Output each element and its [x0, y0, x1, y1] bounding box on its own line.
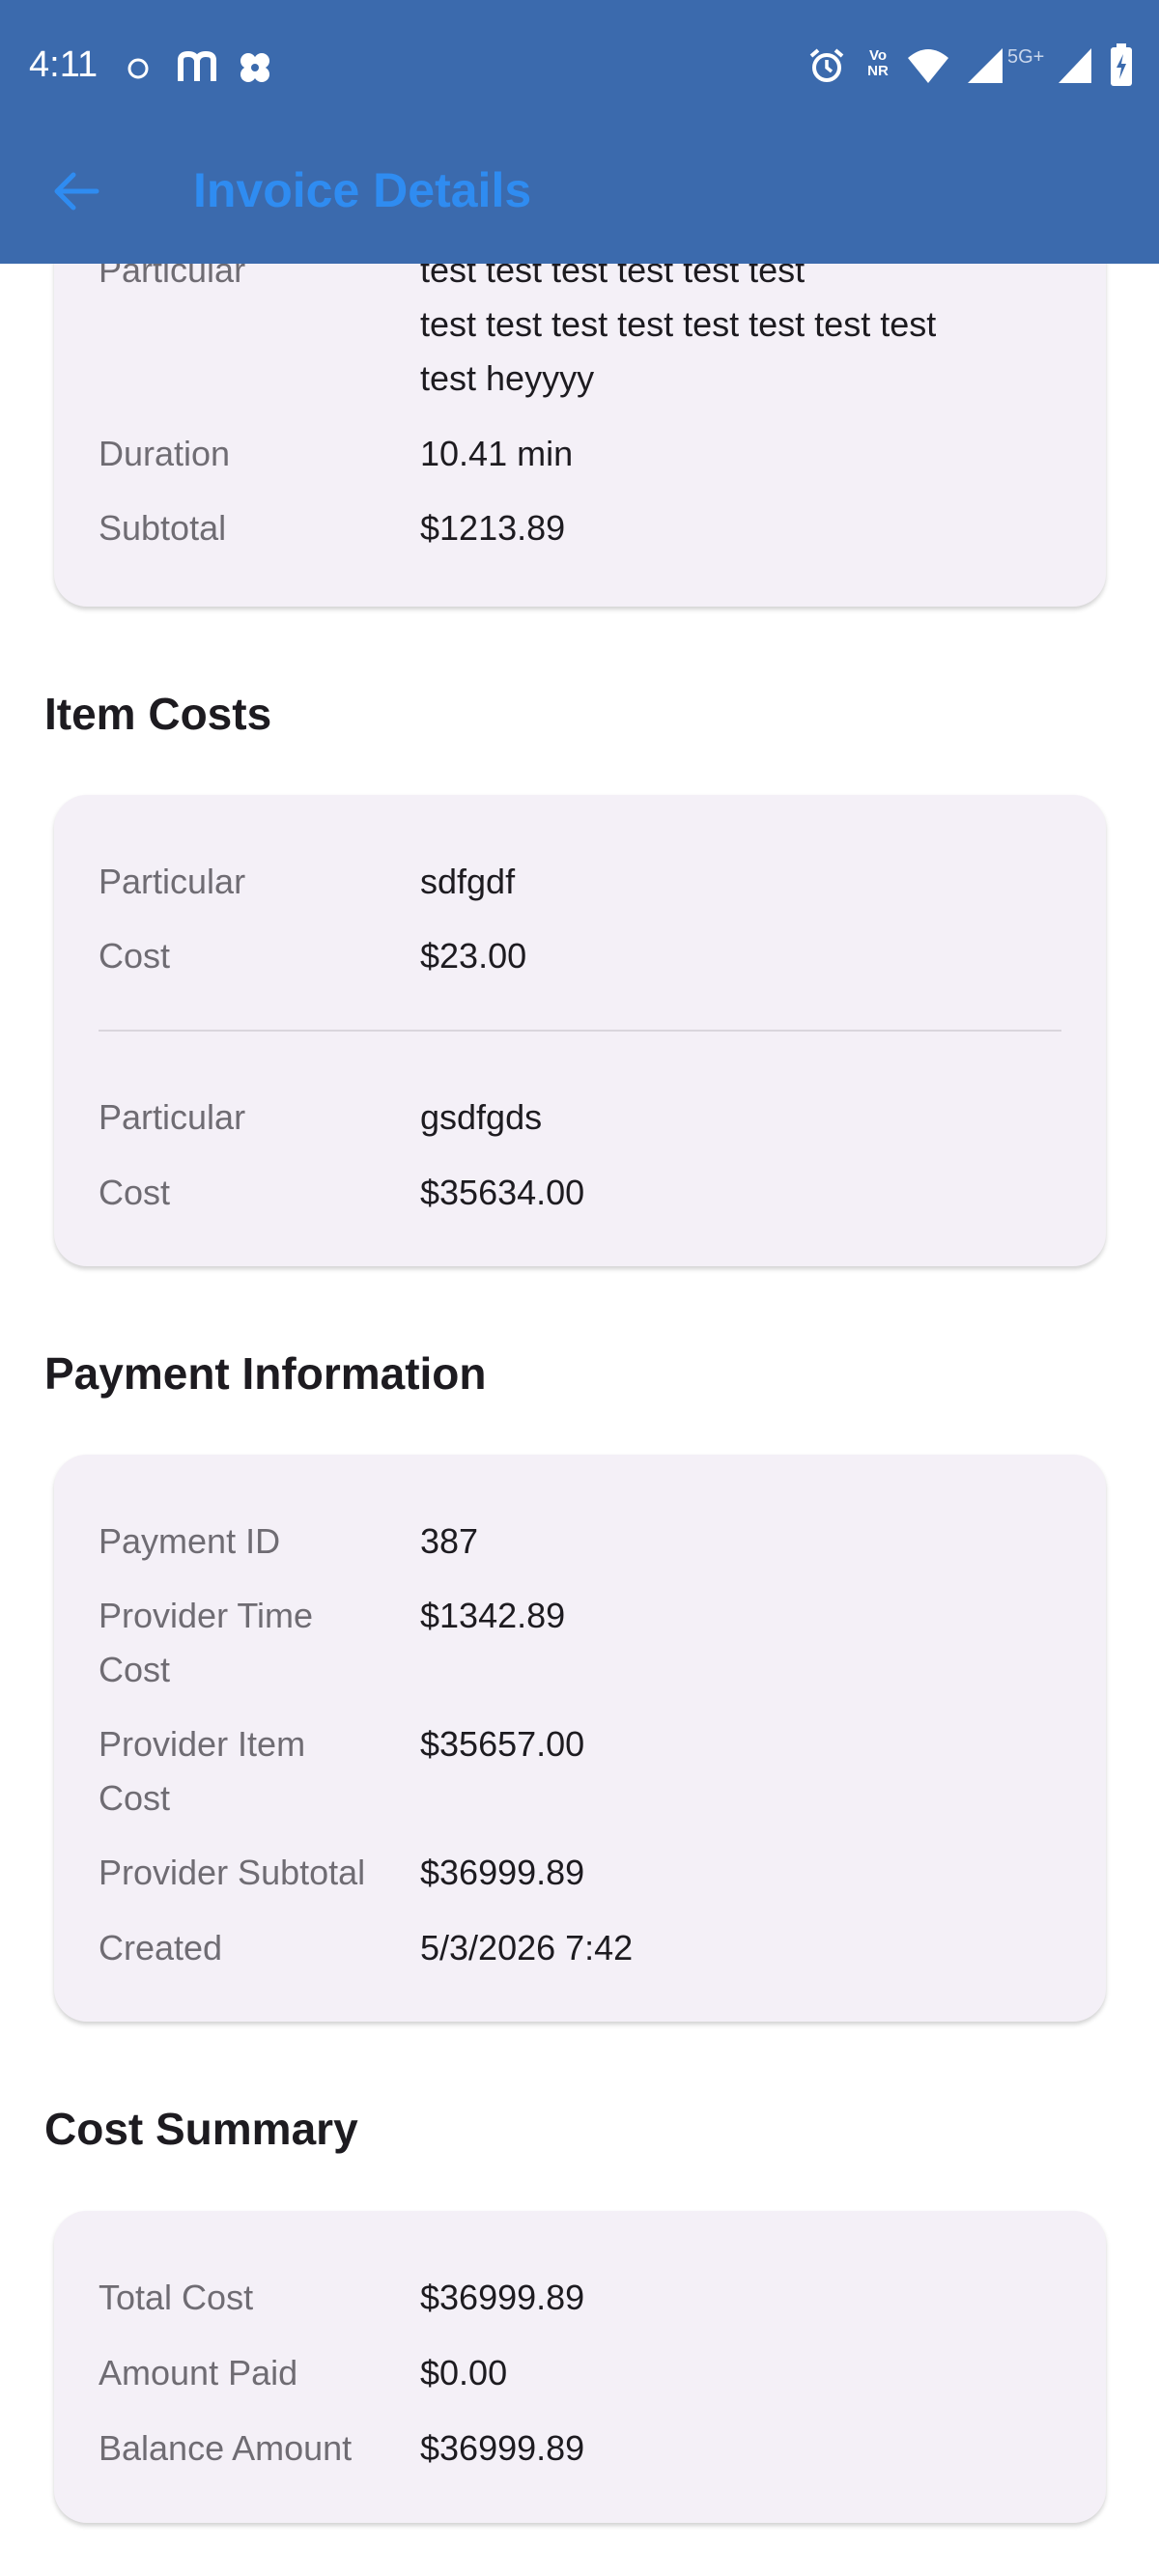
- provider-item-cost-label-2: Cost: [99, 1778, 171, 1818]
- payment-information-card: Payment ID 387 Provider Time Cost $1342.…: [54, 1455, 1106, 2022]
- provider-item-cost-row: Provider Item Cost $35657.00: [99, 1717, 1064, 1826]
- total-cost-label: Total Cost: [99, 2278, 254, 2317]
- cost-summary-heading: Cost Summary: [44, 2104, 358, 2154]
- provider-item-cost-label: Provider Item: [99, 1724, 306, 1764]
- provider-subtotal-value: $36999.89: [420, 1853, 585, 1892]
- battery-icon: [1111, 43, 1132, 86]
- subtotal-value: $1213.89: [420, 508, 566, 548]
- amount-paid-label: Amount Paid: [99, 2353, 298, 2392]
- item-costs-heading: Item Costs: [44, 689, 272, 739]
- created-row: Created 5/3/2026 7:42: [99, 1921, 1064, 1975]
- provider-time-cost-label-2: Cost: [99, 1650, 171, 1689]
- provider-time-cost-row: Provider Time Cost $1342.89: [99, 1589, 1064, 1697]
- status-time: 4:11: [29, 44, 99, 85]
- duration-value: 10.41 min: [420, 434, 574, 473]
- item-particular-value: gsdfgds: [420, 1097, 543, 1137]
- provider-time-cost-label: Provider Time: [99, 1596, 314, 1635]
- item-cost-row: Cost $35634.00: [99, 1166, 1064, 1220]
- provider-subtotal-row: Provider Subtotal $36999.89: [99, 1846, 1064, 1900]
- item-particular-row: Particular gsdfgds: [99, 1090, 1064, 1145]
- amount-paid-value: $0.00: [420, 2353, 508, 2392]
- total-cost-row: Total Cost $36999.89: [99, 2271, 1064, 2325]
- item-cost-value: $23.00: [420, 936, 527, 976]
- item-particular-label: Particular: [99, 862, 246, 901]
- particular-row: Particular test test test test test test…: [99, 243, 1064, 408]
- page-title: Invoice Details: [193, 163, 532, 217]
- vonr-text: Vo NR: [867, 47, 889, 79]
- item-costs-card: Particular sdfgdf Cost $23.00 Particular…: [54, 795, 1106, 1266]
- particular-value-line-3: test heyyyy: [420, 358, 595, 398]
- created-value: 5/3/2026 7:42: [420, 1928, 634, 1967]
- item-particular-row: Particular sdfgdf: [99, 855, 1064, 909]
- particular-value-line-2: test test test test test test test test: [420, 304, 937, 344]
- total-cost-value: $36999.89: [420, 2278, 585, 2317]
- subtotal-label: Subtotal: [99, 508, 227, 548]
- app-bar: 4:11 Vo NR 5G+ Invoice Details: [0, 0, 1159, 264]
- item-cost-row: Cost $23.00: [99, 929, 1064, 983]
- subtotal-row: Subtotal $1213.89: [99, 501, 1064, 555]
- status-bar: 4:11 Vo NR 5G+: [0, 0, 1159, 133]
- vonr-icon: Vo NR: [861, 48, 895, 79]
- payment-information-heading: Payment Information: [44, 1348, 487, 1399]
- network-label: 5G+: [1007, 46, 1045, 68]
- circle-icon: [127, 58, 149, 79]
- balance-amount-label: Balance Amount: [99, 2428, 353, 2468]
- signal-icon: [968, 48, 1003, 83]
- flower-app-icon: [240, 53, 269, 82]
- balance-amount-row: Balance Amount $36999.89: [99, 2421, 1064, 2476]
- item-cost-label: Cost: [99, 1173, 171, 1212]
- item-particular-label: Particular: [99, 1097, 246, 1137]
- provider-time-cost-value: $1342.89: [420, 1596, 566, 1635]
- item-divider: [99, 1030, 1061, 1032]
- payment-id-row: Payment ID 387: [99, 1514, 1064, 1569]
- duration-label: Duration: [99, 434, 231, 473]
- payment-id-label: Payment ID: [99, 1521, 281, 1561]
- item-particular-value: sdfgdf: [420, 862, 516, 901]
- duration-row: Duration 10.41 min: [99, 427, 1064, 481]
- created-label: Created: [99, 1928, 223, 1967]
- payment-id-value: 387: [420, 1521, 479, 1561]
- wifi-icon: [908, 49, 948, 83]
- alarm-icon: [809, 48, 844, 82]
- cost-summary-card: Total Cost $36999.89 Amount Paid $0.00 B…: [54, 2211, 1106, 2523]
- arrow-back-icon[interactable]: [48, 164, 102, 218]
- item-cost-label: Cost: [99, 936, 171, 976]
- amount-paid-row: Amount Paid $0.00: [99, 2346, 1064, 2400]
- balance-amount-value: $36999.89: [420, 2428, 585, 2468]
- provider-item-cost-value: $35657.00: [420, 1724, 585, 1764]
- 5g-signal-icon: [1059, 48, 1091, 83]
- provider-subtotal-label: Provider Subtotal: [99, 1853, 366, 1892]
- m-app-icon: [178, 50, 216, 81]
- item-cost-value: $35634.00: [420, 1173, 585, 1212]
